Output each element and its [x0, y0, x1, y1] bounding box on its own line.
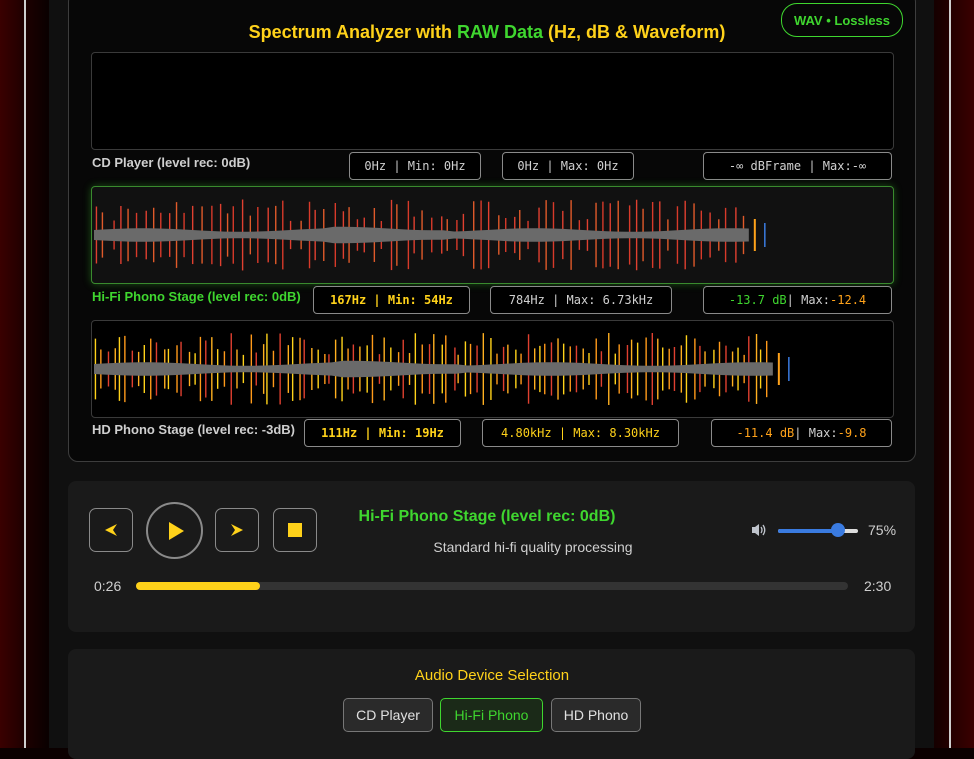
device-selection-heading: Audio Device Selection — [414, 667, 570, 684]
volume-percent: 75% — [868, 522, 897, 538]
device-button-hifi-phono[interactable]: Hi-Fi Phono — [440, 698, 543, 732]
cd-player-freq-min: 0Hz | Min: 0Hz — [349, 152, 481, 180]
cd-player-db-readout: -∞ dB Frame | Max: -∞ — [703, 152, 892, 180]
cd-player-waveform — [91, 52, 894, 150]
hifi-phono-db-readout: -13.7 dB | Max: -12.4 — [703, 286, 892, 314]
hd-phono-freq-max: 4.80kHz | Max: 8.30kHz — [482, 419, 679, 447]
now-playing-title: Hi-Fi Phono Stage (level rec: 0dB) — [358, 508, 616, 525]
device-button-cd-player[interactable]: CD Player — [343, 698, 433, 732]
current-time: 0:26 — [94, 578, 122, 594]
cd-player-label: CD Player (level rec: 0dB) — [92, 155, 251, 170]
format-badge: WAV • Lossless — [781, 3, 903, 37]
volume-slider[interactable] — [778, 523, 858, 537]
device-button-hd-phono[interactable]: HD Phono — [551, 698, 641, 732]
hd-phono-freq-min: 111Hz | Min: 19Hz — [304, 419, 461, 447]
total-time: 2:30 — [864, 578, 892, 594]
speaker-icon — [752, 524, 766, 536]
hd-phono-db-readout: -11.4 dB | Max: -9.8 — [711, 419, 892, 447]
hd-phono-waveform — [91, 320, 894, 418]
progress-bar-fill — [136, 582, 260, 590]
cd-player-freq-max: 0Hz | Max: 0Hz — [502, 152, 634, 180]
hd-phono-label: HD Phono Stage (level rec: -3dB) — [92, 422, 295, 437]
hifi-phono-freq-min: 167Hz | Min: 54Hz — [313, 286, 470, 314]
progress-bar[interactable] — [136, 582, 848, 590]
player-panel — [68, 481, 915, 632]
now-playing-subtitle: Standard hi-fi quality processing — [433, 539, 633, 555]
hifi-phono-freq-max: 784Hz | Max: 6.73kHz — [490, 286, 672, 314]
hifi-phono-label: Hi-Fi Phono Stage (level rec: 0dB) — [92, 289, 301, 304]
frame-line-left — [24, 0, 26, 748]
volume-slider-handle[interactable] — [831, 523, 845, 537]
volume-slider-fill — [778, 529, 838, 533]
frame-line-right — [949, 0, 951, 748]
hifi-phono-waveform — [91, 186, 894, 284]
